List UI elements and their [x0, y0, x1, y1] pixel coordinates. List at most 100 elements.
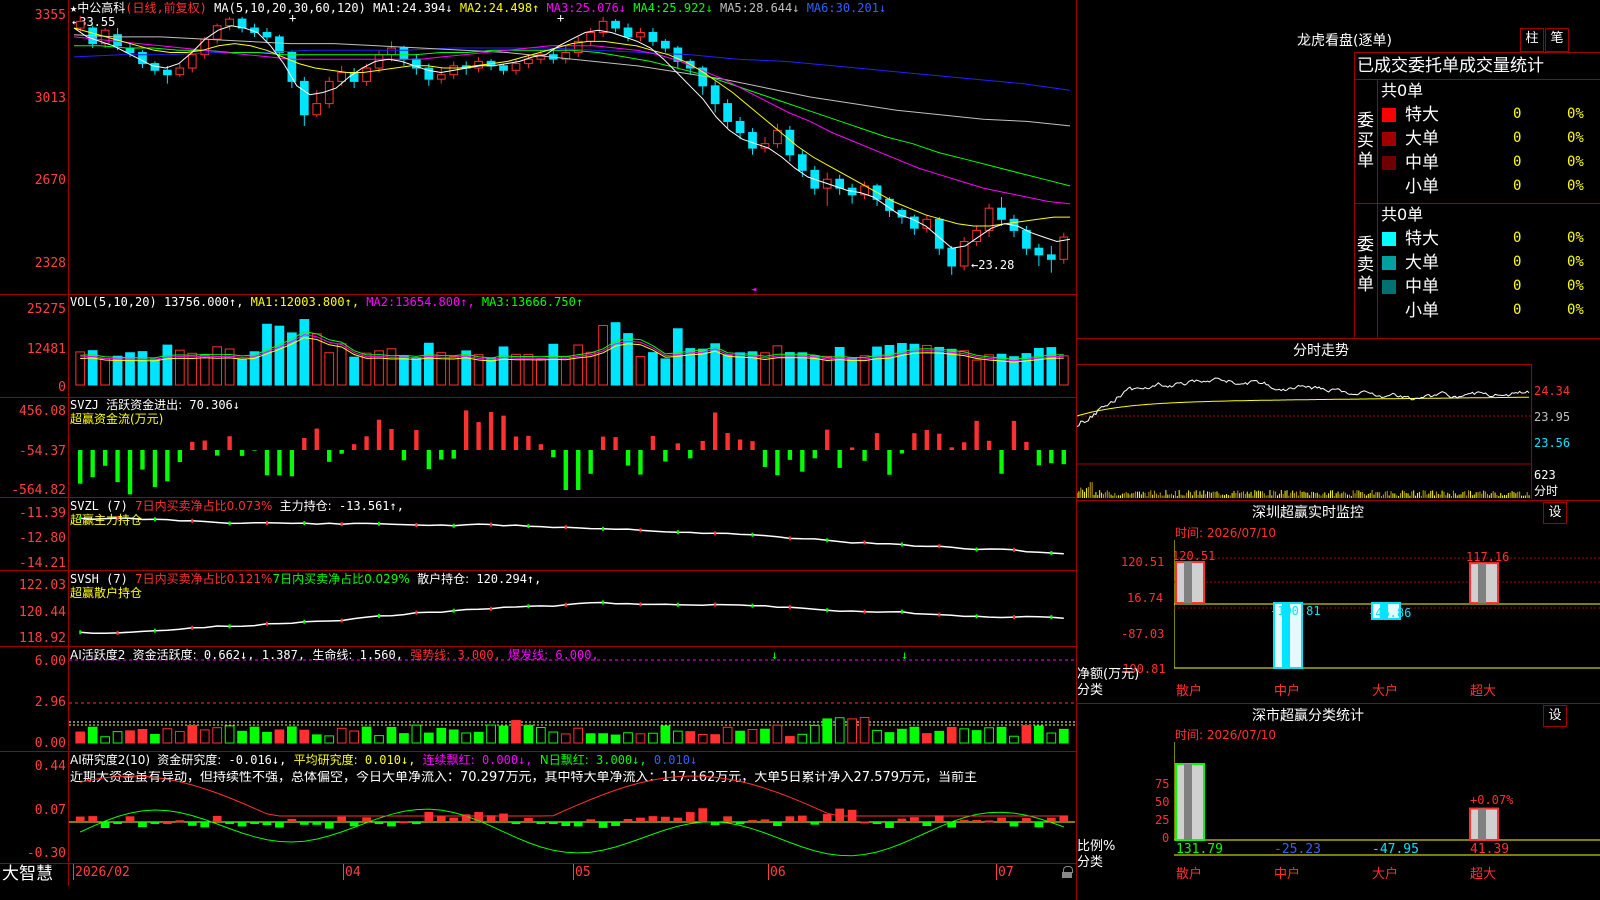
monitor-time: 时间: 2026/07/10 — [1175, 526, 1277, 540]
fund-flow-bar — [787, 450, 793, 460]
tick-view-button[interactable]: 笔 — [1545, 28, 1569, 52]
activity-bar — [112, 731, 123, 744]
volume-bar — [411, 357, 422, 386]
activity-bar — [648, 732, 658, 744]
holding-tick — [490, 606, 493, 611]
fund-flow-bar — [140, 450, 145, 470]
bar-view-button[interactable]: 柱 — [1520, 28, 1544, 52]
activity-bar — [747, 729, 758, 744]
main-chart-area[interactable]: ★中公高科(日线,前复权) MA(5,10,20,30,60,120) MA1:… — [0, 0, 1077, 900]
aihy-chart[interactable]: ↓ ↓ — [69, 647, 1075, 751]
order-count: 0 — [1513, 302, 1522, 318]
monitor-title: 深圳超赢实时监控 — [1252, 505, 1364, 521]
holding-tick — [415, 522, 418, 527]
volume-bar — [162, 344, 173, 386]
svsh-ytick: 118.92 — [19, 631, 66, 646]
holding-tick — [602, 600, 605, 605]
aiyj-chart[interactable] — [69, 752, 1075, 863]
candle-body — [499, 65, 508, 71]
candle-body — [984, 207, 994, 231]
fund-flow-bar — [1024, 441, 1029, 450]
fund-flow-bar — [214, 450, 220, 456]
fund-flow-bar — [227, 436, 232, 450]
fund-flow-bar — [202, 440, 207, 450]
vol-ytick: 25275 — [26, 302, 66, 317]
volume-bar — [1058, 355, 1069, 386]
kline-chart[interactable]: + + ◄ — [69, 0, 1075, 294]
classify-category-label: 超大 — [1470, 867, 1496, 882]
order-percent: 0% — [1567, 178, 1584, 194]
svzl-chart[interactable] — [69, 498, 1075, 570]
date-label: 04 — [345, 865, 361, 880]
volume-bar — [199, 355, 210, 386]
candle-body — [947, 247, 957, 267]
fund-flow-bar — [501, 415, 506, 450]
date-tick — [573, 864, 574, 880]
candle-body — [337, 71, 347, 82]
holding-tick — [900, 609, 903, 614]
fund-flow-bar — [177, 450, 183, 463]
research-bar — [200, 822, 210, 828]
volume-bar — [324, 352, 335, 386]
candle-body — [75, 20, 85, 29]
vol-ytick: 0 — [58, 380, 66, 395]
classify-ytick: 25 — [1155, 813, 1170, 827]
candle-body — [1046, 254, 1056, 260]
classify-settings-button[interactable]: 设 — [1543, 705, 1567, 727]
svzj-ytick: 456.08 — [19, 404, 66, 419]
monitor-ytick: 16.74 — [1127, 591, 1164, 605]
panel-divider — [0, 863, 1076, 864]
activity-bar — [785, 736, 795, 744]
holding-tick — [340, 618, 343, 623]
fund-flow-bar — [862, 450, 867, 461]
order-size-label: 特大 — [1405, 105, 1439, 125]
order-count: 0 — [1513, 106, 1522, 122]
activity-bar — [946, 726, 957, 744]
volume-bar — [872, 346, 882, 386]
vol-ytick: 12481 — [26, 342, 66, 357]
classify-bar-shade — [1478, 808, 1486, 840]
research-bar — [299, 822, 309, 825]
classify-category-label: 散户 — [1176, 866, 1202, 882]
monitor-chart[interactable]: 120.51 散户 -190.81 中户 -46.86 大户 117.16 超大 — [1174, 540, 1600, 702]
candle-body — [1034, 247, 1044, 256]
research-bar — [287, 818, 297, 822]
date-tick — [73, 864, 74, 880]
monitor-bar-shade — [1184, 562, 1192, 604]
fund-flow-bar — [576, 450, 581, 490]
down-arrow-marker: ↓ — [901, 648, 908, 662]
research-bar — [536, 822, 546, 824]
activity-bar — [411, 724, 422, 744]
volume-bar — [237, 358, 247, 386]
volume-bar — [137, 351, 148, 386]
activity-bar — [610, 734, 621, 744]
volume-chart[interactable] — [69, 295, 1075, 397]
candle-body — [648, 31, 658, 42]
svsh-chart[interactable] — [69, 571, 1075, 646]
svzj-chart[interactable] — [69, 398, 1075, 497]
activity-bar — [585, 733, 596, 744]
holding-tick — [564, 602, 567, 607]
fund-flow-bar — [538, 444, 544, 450]
holding-tick — [79, 516, 82, 521]
monitor-category-label: 散户 — [1176, 683, 1202, 699]
research-bar — [573, 822, 583, 827]
order-size-label: 中单 — [1405, 277, 1439, 297]
order-color-swatch — [1382, 156, 1396, 170]
intraday-chart[interactable] — [1077, 364, 1531, 498]
dragon-subtitle: 已成交委托单成交量统计 — [1357, 56, 1544, 76]
svzl-ytick: -14.21 — [19, 556, 66, 571]
monitor-settings-button[interactable]: 设 — [1543, 502, 1567, 524]
dragon-divider — [1355, 203, 1600, 204]
fund-flow-bar — [476, 422, 481, 450]
activity-bar — [174, 730, 185, 744]
order-size-label: 大单 — [1405, 129, 1439, 149]
intraday-ylabel: 23.95 — [1534, 410, 1571, 424]
research-bar — [598, 822, 608, 828]
holding-tick — [938, 544, 941, 549]
research-bar — [872, 822, 882, 824]
fund-flow-bar — [239, 450, 245, 456]
classify-chart[interactable]: 131.79 散户 -25.23 中户 -47.95 大户 41.39 超大 +0.07% — [1174, 742, 1600, 900]
volume-bar — [834, 346, 845, 386]
activity-bar — [349, 730, 359, 744]
